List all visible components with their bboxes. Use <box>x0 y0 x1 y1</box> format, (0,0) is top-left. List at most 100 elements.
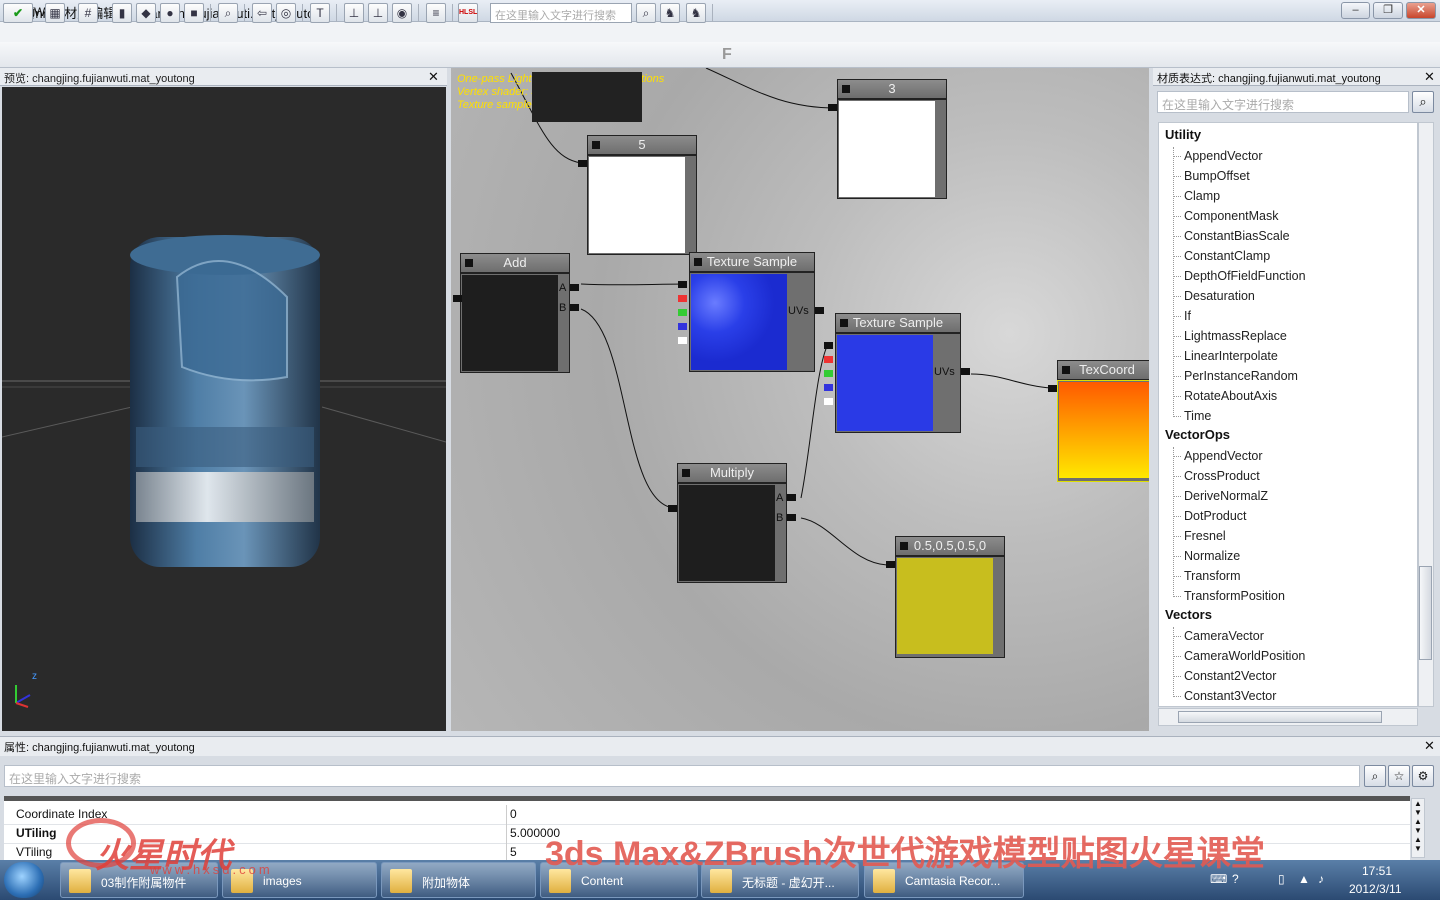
clean-unused-icon[interactable]: T <box>310 3 330 23</box>
toolbar-search-input[interactable]: 在这里输入文字进行搜索 <box>490 3 632 23</box>
input-connector-b[interactable] <box>570 304 579 311</box>
palette-item[interactable]: PerInstanceRandom <box>1184 369 1298 383</box>
palette-item[interactable]: ComponentMask <box>1184 209 1279 223</box>
palette-item[interactable]: DotProduct <box>1184 509 1247 523</box>
property-row-coordinate-index[interactable]: Coordinate Index 0 <box>4 805 1410 825</box>
output-connector[interactable] <box>578 160 587 167</box>
home-node-button[interactable]: ▦ <box>45 3 65 23</box>
minimize-button[interactable]: – <box>1341 2 1370 19</box>
channel-g-pin[interactable] <box>678 309 687 316</box>
palette-item[interactable]: BumpOffset <box>1184 169 1250 183</box>
favorites-f-button[interactable]: F <box>722 46 732 64</box>
palette-category[interactable]: Utility <box>1165 127 1201 142</box>
properties-scrollbar[interactable]: ▲ ▼ ▲ ▼ ▲ ▼ <box>1411 798 1425 858</box>
palette-item[interactable]: LightmassReplace <box>1184 329 1287 343</box>
palette-item[interactable]: CameraWorldPosition <box>1184 649 1305 663</box>
input-connector-uvs[interactable] <box>815 307 824 314</box>
search-icon[interactable]: ⌕ <box>636 3 656 23</box>
palette-item[interactable]: Normalize <box>1184 549 1240 563</box>
palette-item[interactable]: RotateAboutAxis <box>1184 389 1277 403</box>
palette-item[interactable]: AppendVector <box>1184 449 1263 463</box>
channel-r-pin[interactable] <box>824 356 833 363</box>
palette-close-button[interactable]: ✕ <box>1424 69 1435 85</box>
output-connector[interactable] <box>1048 385 1057 392</box>
palette-item[interactable]: Desaturation <box>1184 289 1255 303</box>
connector-toggle2-icon[interactable]: ⊥ <box>368 3 388 23</box>
output-connector[interactable] <box>453 295 462 302</box>
palette-item[interactable]: ConstantClamp <box>1184 249 1270 263</box>
palette-item[interactable]: TransformPosition <box>1184 589 1285 603</box>
material-graph-canvas[interactable]: One-pass LightEnv shader: 56 instruction… <box>451 68 1149 731</box>
channel-r-pin[interactable] <box>678 295 687 302</box>
find-next-icon[interactable]: ♞ <box>686 3 706 23</box>
preview-viewport[interactable]: z <box>2 87 446 731</box>
clock-date[interactable]: 2012/3/11 <box>1349 882 1402 896</box>
taskbar-item[interactable]: 附加物体 <box>381 862 536 898</box>
palette-item[interactable]: ConstantBiasScale <box>1184 229 1290 243</box>
output-connector[interactable] <box>668 505 677 512</box>
show-hidden-icons-icon[interactable]: ▲ <box>1298 872 1310 886</box>
connector-toggle-icon[interactable]: ⊥ <box>344 3 364 23</box>
zoom-icon[interactable]: ⌕ <box>218 3 238 23</box>
favorite-star-icon[interactable]: ☆ <box>1388 765 1410 787</box>
property-value[interactable]: 0 <box>510 807 517 821</box>
input-connector-a[interactable] <box>570 284 579 291</box>
input-connector-b[interactable] <box>787 514 796 521</box>
channel-g-pin[interactable] <box>824 370 833 377</box>
maximize-button[interactable]: ❐ <box>1373 2 1403 19</box>
filter-icon[interactable]: ⚙ <box>1412 765 1434 787</box>
volume-icon[interactable]: ♪ <box>1318 872 1324 886</box>
find-prev-icon[interactable]: ♞ <box>660 3 680 23</box>
palette-item[interactable]: Transform <box>1184 569 1241 583</box>
palette-item[interactable]: CameraVector <box>1184 629 1264 643</box>
palette-hscroll-thumb[interactable] <box>1178 711 1382 723</box>
grid-toggle-button[interactable]: # <box>78 3 98 23</box>
cylinder-preview-button[interactable]: ▮ <box>112 3 132 23</box>
palette-item[interactable]: Constant2Vector <box>1184 669 1276 683</box>
stats-toggle-icon[interactable]: ≡ <box>426 3 446 23</box>
realtime-preview-icon[interactable]: ◎ <box>276 3 296 23</box>
palette-item[interactable]: If <box>1184 309 1191 323</box>
preview-close-button[interactable]: ✕ <box>428 69 439 85</box>
properties-close-button[interactable]: ✕ <box>1424 738 1435 754</box>
sphere-preview-button[interactable]: ● <box>160 3 180 23</box>
properties-search-input[interactable]: 在这里输入文字进行搜索 <box>4 765 1360 787</box>
palette-item[interactable]: AppendVector <box>1184 149 1263 163</box>
back-arrow-icon[interactable]: ⇦ <box>252 3 272 23</box>
palette-item[interactable]: Time <box>1184 409 1211 423</box>
channel-b-pin[interactable] <box>678 323 687 330</box>
plane-preview-button[interactable]: ■ <box>184 3 204 23</box>
eye-icon[interactable]: ◉ <box>392 3 412 23</box>
palette-category[interactable]: Vectors <box>1165 607 1212 622</box>
search-icon[interactable]: ⌕ <box>1364 765 1386 787</box>
input-connector-a[interactable] <box>787 494 796 501</box>
output-connector[interactable] <box>824 342 833 349</box>
close-button[interactable]: ✕ <box>1406 2 1436 19</box>
palette-item[interactable]: Clamp <box>1184 189 1220 203</box>
palette-scroll-thumb[interactable] <box>1419 566 1432 660</box>
output-connector[interactable] <box>886 561 895 568</box>
apply-check-button[interactable]: ✔ <box>3 3 33 23</box>
clock-time[interactable]: 17:51 <box>1362 864 1392 878</box>
output-connector[interactable] <box>678 281 687 288</box>
palette-item[interactable]: Fresnel <box>1184 529 1226 543</box>
channel-a-pin[interactable] <box>824 398 833 405</box>
input-connector-uvs[interactable] <box>961 368 970 375</box>
cube-preview-button[interactable]: ◆ <box>136 3 156 23</box>
palette-item[interactable]: CrossProduct <box>1184 469 1260 483</box>
start-button[interactable] <box>4 862 44 898</box>
channel-b-pin[interactable] <box>824 384 833 391</box>
device-icon[interactable]: ▯ <box>1278 872 1285 886</box>
hlsl-button[interactable]: HLSL <box>458 3 478 23</box>
palette-item[interactable]: DepthOfFieldFunction <box>1184 269 1306 283</box>
palette-item[interactable]: Constant3Vector <box>1184 689 1276 703</box>
vtiling-input[interactable]: 5 <box>510 845 517 859</box>
palette-search-input[interactable]: 在这里输入文字进行搜索 <box>1157 91 1409 113</box>
expression-list[interactable]: Utility AppendVector BumpOffset Clamp Compon… <box>1158 122 1418 707</box>
output-connector[interactable] <box>828 104 837 111</box>
palette-category[interactable]: VectorOps <box>1165 427 1230 442</box>
palette-item[interactable]: DeriveNormalZ <box>1184 489 1268 503</box>
search-icon[interactable]: ⌕ <box>1412 91 1434 113</box>
channel-a-pin[interactable] <box>678 337 687 344</box>
palette-item[interactable]: LinearInterpolate <box>1184 349 1278 363</box>
